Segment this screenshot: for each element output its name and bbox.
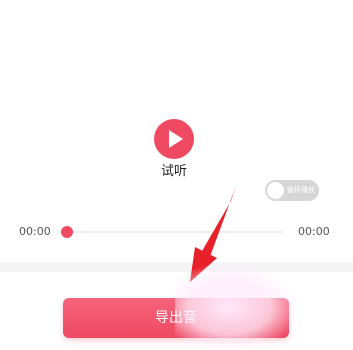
arrow-icon bbox=[190, 186, 236, 282]
